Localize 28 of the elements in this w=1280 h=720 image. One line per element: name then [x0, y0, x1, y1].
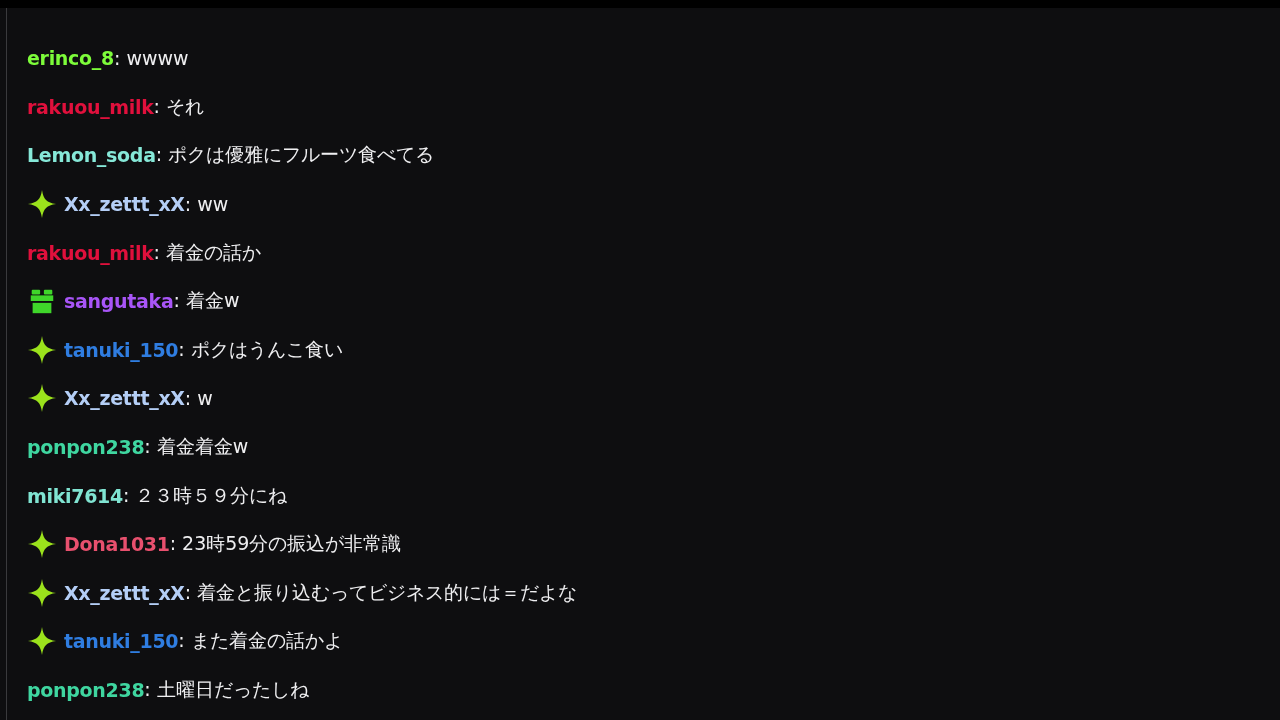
- username[interactable]: Dona1031: [64, 533, 170, 556]
- message-text: : ポクはうんこ食い: [178, 336, 343, 360]
- message-text: : 着金着金w: [144, 434, 249, 460]
- message-text: : w: [184, 387, 213, 410]
- message-text: : 23時59分の振込が非常識: [169, 531, 402, 557]
- username[interactable]: rakuou_milk: [27, 241, 154, 264]
- message-text: : それ: [153, 93, 205, 117]
- message-text: : 着金w: [173, 288, 240, 314]
- username[interactable]: Xx_zettt_xX: [64, 387, 185, 410]
- username[interactable]: ponpon238: [27, 679, 145, 701]
- username[interactable]: Xx_zettt_xX: [64, 193, 185, 216]
- username[interactable]: Xx_zettt_xX: [64, 581, 185, 604]
- username[interactable]: ponpon238: [27, 436, 145, 459]
- message-text: : ww: [184, 193, 229, 216]
- username[interactable]: miki7614: [27, 484, 123, 507]
- username[interactable]: rakuou_milk: [27, 95, 154, 118]
- message-text: : 着金と振り込むってビジネス的には＝だよな: [184, 579, 578, 603]
- message-text: : ２３時５９分にね: [122, 482, 288, 508]
- message-text: : wwww: [113, 47, 189, 70]
- message-text: : ポクは優雅にフルーツ食べてる: [155, 142, 435, 168]
- message-text: : 着金の話か: [153, 239, 262, 263]
- message-text: : また着金の話かよ: [178, 628, 343, 652]
- username[interactable]: erinco_8: [27, 47, 114, 70]
- message-text: : 土曜日だったしね: [144, 677, 309, 700]
- username[interactable]: sangutaka: [64, 290, 174, 313]
- username[interactable]: Lemon_soda: [27, 144, 156, 167]
- username[interactable]: tanuki_150: [64, 338, 179, 361]
- username[interactable]: tanuki_150: [64, 630, 179, 653]
